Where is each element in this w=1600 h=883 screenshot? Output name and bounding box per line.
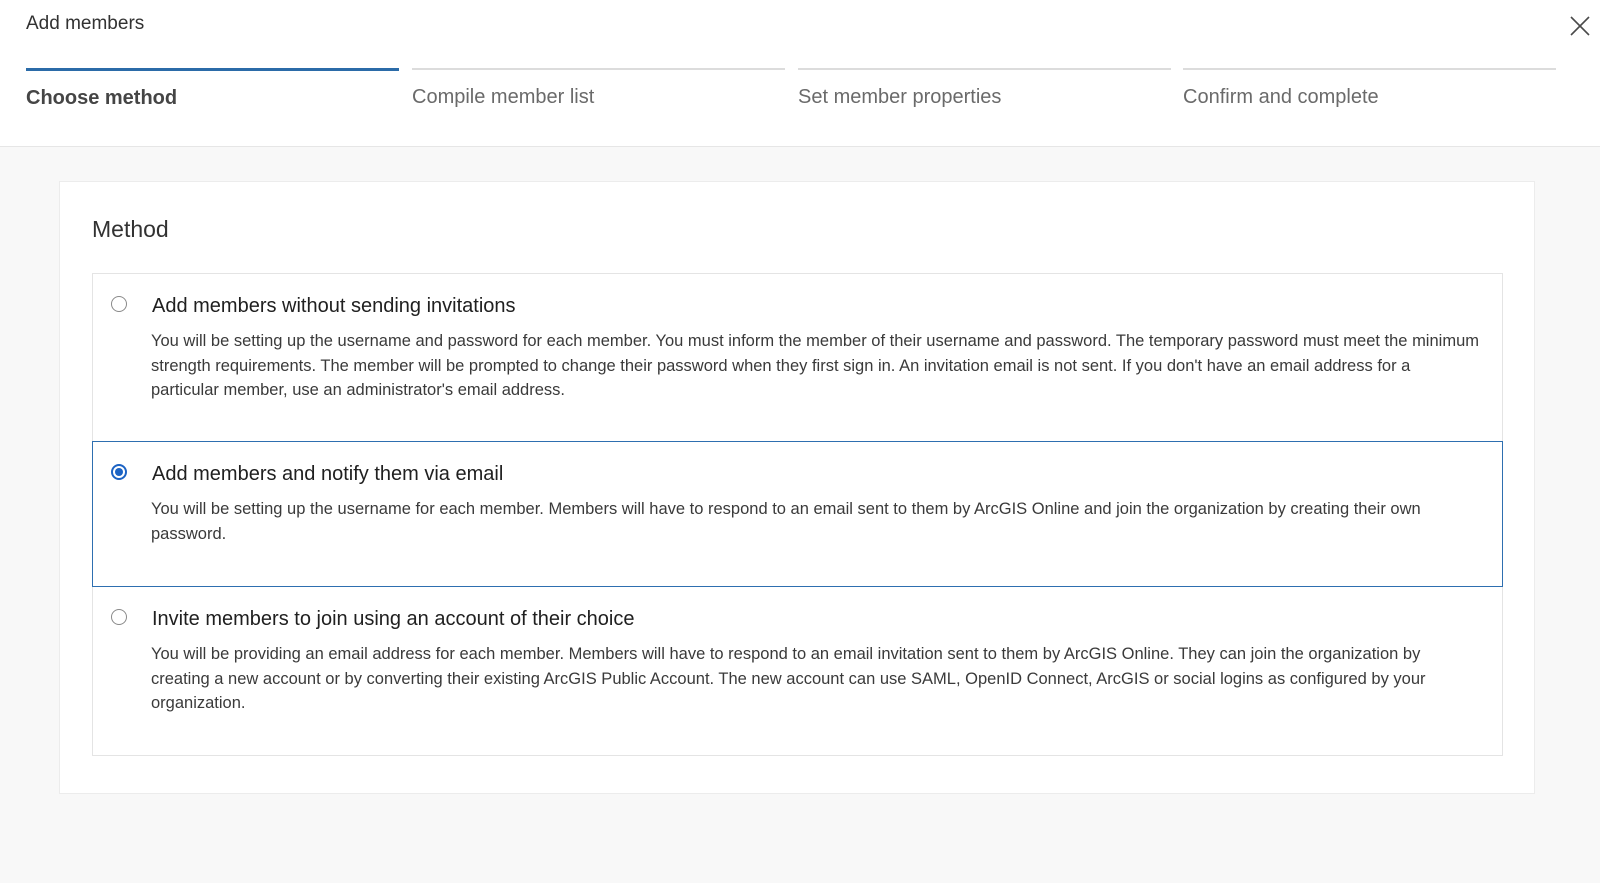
step-label: Set member properties xyxy=(798,86,1002,108)
step-confirm-and-complete[interactable]: Confirm and complete xyxy=(1183,68,1556,128)
option-title: Add members and notify them via email xyxy=(152,463,504,485)
step-indicator-bar xyxy=(26,68,399,71)
radio-button[interactable] xyxy=(111,609,127,625)
step-indicator-bar xyxy=(798,68,1171,70)
radio-button[interactable] xyxy=(111,296,127,312)
step-choose-method[interactable]: Choose method xyxy=(26,68,399,128)
option-title: Invite members to join using an account … xyxy=(152,608,635,630)
option-description: You will be providing an email address f… xyxy=(151,645,1426,712)
option-description: You will be setting up the username for … xyxy=(151,500,1421,543)
option-invite-account-choice[interactable]: Invite members to join using an account … xyxy=(92,586,1503,756)
option-add-and-notify-email[interactable]: Add members and notify them via email Yo… xyxy=(92,441,1503,587)
dialog-header: Add members Choose method Compile member… xyxy=(0,0,1600,147)
step-indicator-bar xyxy=(412,68,785,70)
step-label: Choose method xyxy=(26,87,178,109)
dialog-title: Add members xyxy=(26,13,145,34)
method-card: Method Add members without sending invit… xyxy=(59,181,1535,794)
step-compile-member-list[interactable]: Compile member list xyxy=(412,68,785,128)
close-icon xyxy=(1570,16,1590,36)
method-options: Add members without sending invitations … xyxy=(92,273,1503,763)
radio-button[interactable] xyxy=(111,464,127,480)
option-description: You will be setting up the username and … xyxy=(151,332,1479,399)
step-set-member-properties[interactable]: Set member properties xyxy=(798,68,1171,128)
step-label: Compile member list xyxy=(412,86,595,108)
step-label: Confirm and complete xyxy=(1183,86,1379,108)
method-heading: Method xyxy=(92,216,169,242)
option-add-without-invitations[interactable]: Add members without sending invitations … xyxy=(92,273,1503,442)
step-indicator-bar xyxy=(1183,68,1556,70)
stepper: Choose method Compile member list Set me… xyxy=(26,68,1556,128)
close-button[interactable] xyxy=(1566,12,1594,40)
option-title: Add members without sending invitations xyxy=(152,295,516,317)
